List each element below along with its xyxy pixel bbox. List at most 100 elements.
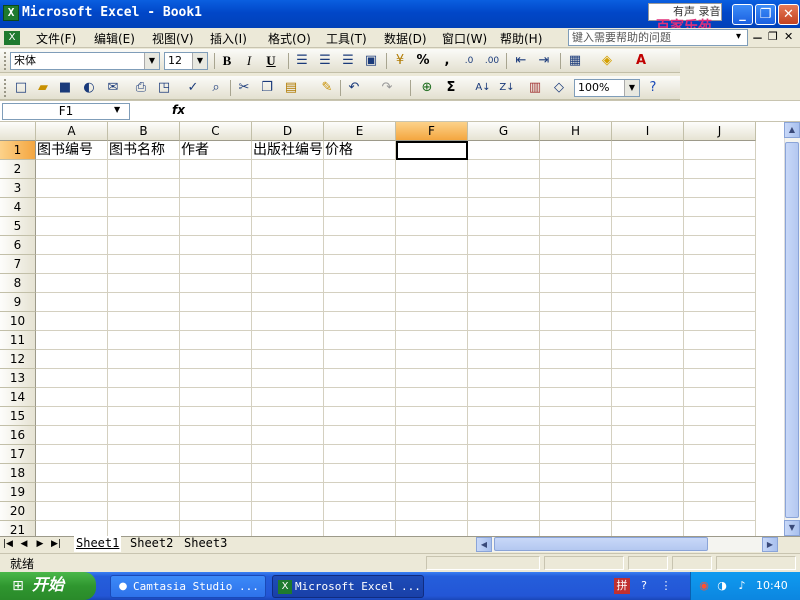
cell-i13[interactable] [612, 369, 684, 388]
cell-c10[interactable] [180, 312, 252, 331]
underline-button[interactable]: U [262, 52, 280, 70]
paste-icon[interactable]: ▤ [282, 79, 300, 97]
cell-c13[interactable] [180, 369, 252, 388]
cell-b11[interactable] [108, 331, 180, 350]
active-cell[interactable] [396, 141, 468, 160]
cell-i2[interactable] [612, 160, 684, 179]
cell-a3[interactable] [36, 179, 108, 198]
cell-i20[interactable] [612, 502, 684, 521]
cell-e8[interactable] [324, 274, 396, 293]
cell-g13[interactable] [468, 369, 540, 388]
cell-g12[interactable] [468, 350, 540, 369]
redo-icon[interactable]: ↷ [378, 79, 396, 97]
taskbar-camtasia[interactable]: Camtasia Studio ... [110, 575, 266, 598]
row-header-10[interactable]: 10 [0, 312, 36, 331]
cell-a15[interactable] [36, 407, 108, 426]
cell-g8[interactable] [468, 274, 540, 293]
row-header-15[interactable]: 15 [0, 407, 36, 426]
cell-j8[interactable] [684, 274, 756, 293]
doc-restore-button[interactable]: ❐ [768, 30, 778, 43]
cell-a9[interactable] [36, 293, 108, 312]
cell-e4[interactable] [324, 198, 396, 217]
cut-icon[interactable]: ✂ [235, 79, 253, 97]
select-all-corner[interactable] [0, 122, 36, 141]
row-header-8[interactable]: 8 [0, 274, 36, 293]
cell-h11[interactable] [540, 331, 612, 350]
cell-g21[interactable] [468, 521, 540, 536]
column-header-f[interactable]: F [396, 122, 468, 141]
cell-c7[interactable] [180, 255, 252, 274]
cell-b3[interactable] [108, 179, 180, 198]
cell-b13[interactable] [108, 369, 180, 388]
menu-insert[interactable]: 插入(I) [210, 30, 247, 47]
cell-d21[interactable] [252, 521, 324, 536]
cell-f8[interactable] [396, 274, 468, 293]
cell-g17[interactable] [468, 445, 540, 464]
cell-a4[interactable] [36, 198, 108, 217]
cell-a12[interactable] [36, 350, 108, 369]
italic-button[interactable]: I [240, 52, 258, 70]
close-button[interactable]: ✕ [778, 4, 799, 25]
cell-f12[interactable] [396, 350, 468, 369]
cell-h14[interactable] [540, 388, 612, 407]
chevron-down-icon[interactable]: ▼ [192, 53, 207, 69]
cell-b6[interactable] [108, 236, 180, 255]
align-left-icon[interactable]: ☰ [293, 52, 311, 70]
cell-d9[interactable] [252, 293, 324, 312]
toolbar-grip[interactable] [4, 79, 7, 97]
row-header-2[interactable]: 2 [0, 160, 36, 179]
autosum-button[interactable]: Σ [442, 79, 460, 97]
cell-e12[interactable] [324, 350, 396, 369]
borders-icon[interactable]: ▦ [566, 52, 584, 70]
permission-icon[interactable]: ◐ [80, 79, 98, 97]
cell-j16[interactable] [684, 426, 756, 445]
cell-j21[interactable] [684, 521, 756, 536]
column-header-j[interactable]: J [684, 122, 756, 141]
formula-input[interactable] [192, 103, 792, 120]
row-header-1[interactable]: 1 [0, 141, 36, 160]
save-icon[interactable]: ■ [56, 79, 74, 97]
cell-i18[interactable] [612, 464, 684, 483]
row-header-19[interactable]: 19 [0, 483, 36, 502]
row-header-16[interactable]: 16 [0, 426, 36, 445]
cell-b19[interactable] [108, 483, 180, 502]
sheet-tab-sheet2[interactable]: Sheet2 [128, 536, 175, 552]
column-header-b[interactable]: B [108, 122, 180, 141]
sheet-tab-sheet3[interactable]: Sheet3 [182, 536, 229, 552]
font-name-combo[interactable]: 宋体 ▼ [10, 52, 160, 70]
cell-i4[interactable] [612, 198, 684, 217]
cell-j2[interactable] [684, 160, 756, 179]
decrease-decimal-icon[interactable]: .00 [483, 52, 501, 70]
cell-b5[interactable] [108, 217, 180, 236]
insert-function-icon[interactable]: fx [172, 103, 185, 117]
cell-b18[interactable] [108, 464, 180, 483]
comma-style-button[interactable]: , [438, 52, 456, 70]
cell-j7[interactable] [684, 255, 756, 274]
cell-c21[interactable] [180, 521, 252, 536]
column-header-c[interactable]: C [180, 122, 252, 141]
cell-e2[interactable] [324, 160, 396, 179]
cell-d5[interactable] [252, 217, 324, 236]
cell-g14[interactable] [468, 388, 540, 407]
row-header-17[interactable]: 17 [0, 445, 36, 464]
cell-b14[interactable] [108, 388, 180, 407]
cell-b15[interactable] [108, 407, 180, 426]
align-right-icon[interactable]: ☰ [339, 52, 357, 70]
cell-f18[interactable] [396, 464, 468, 483]
drawing-icon[interactable]: ◇ [550, 79, 568, 97]
record-icon[interactable]: ◉ [696, 578, 712, 594]
cell-g2[interactable] [468, 160, 540, 179]
research-icon[interactable]: ⌕ [207, 79, 225, 97]
merge-center-icon[interactable]: ▣ [362, 52, 380, 70]
network-icon[interactable]: ◑ [714, 578, 730, 594]
menu-help[interactable]: 帮助(H) [500, 30, 542, 47]
cell-h6[interactable] [540, 236, 612, 255]
cell-c4[interactable] [180, 198, 252, 217]
cell-g6[interactable] [468, 236, 540, 255]
cell-h17[interactable] [540, 445, 612, 464]
row-header-7[interactable]: 7 [0, 255, 36, 274]
cell-e7[interactable] [324, 255, 396, 274]
cell-c5[interactable] [180, 217, 252, 236]
align-center-icon[interactable]: ☰ [316, 52, 334, 70]
input-method-icon[interactable]: 拼 [614, 578, 630, 594]
